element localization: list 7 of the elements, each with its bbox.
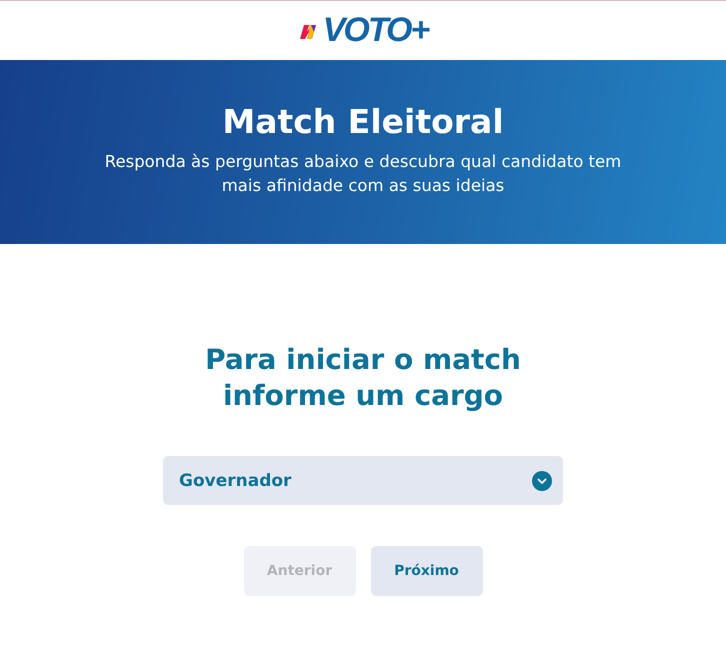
prompt-heading: Para iniciar o match informe um cargo <box>204 342 522 414</box>
next-button[interactable]: Próximo <box>370 546 482 596</box>
chevron-down-icon <box>532 470 552 490</box>
role-select[interactable]: Governador <box>163 456 563 505</box>
page-subtitle: Responda às perguntas abaixo e descubra qual candidato tem mais afinidade com as suas ideias <box>104 151 622 197</box>
page-title: Match Eleitoral <box>222 101 504 143</box>
logo-text: VOTO+ <box>322 11 428 50</box>
